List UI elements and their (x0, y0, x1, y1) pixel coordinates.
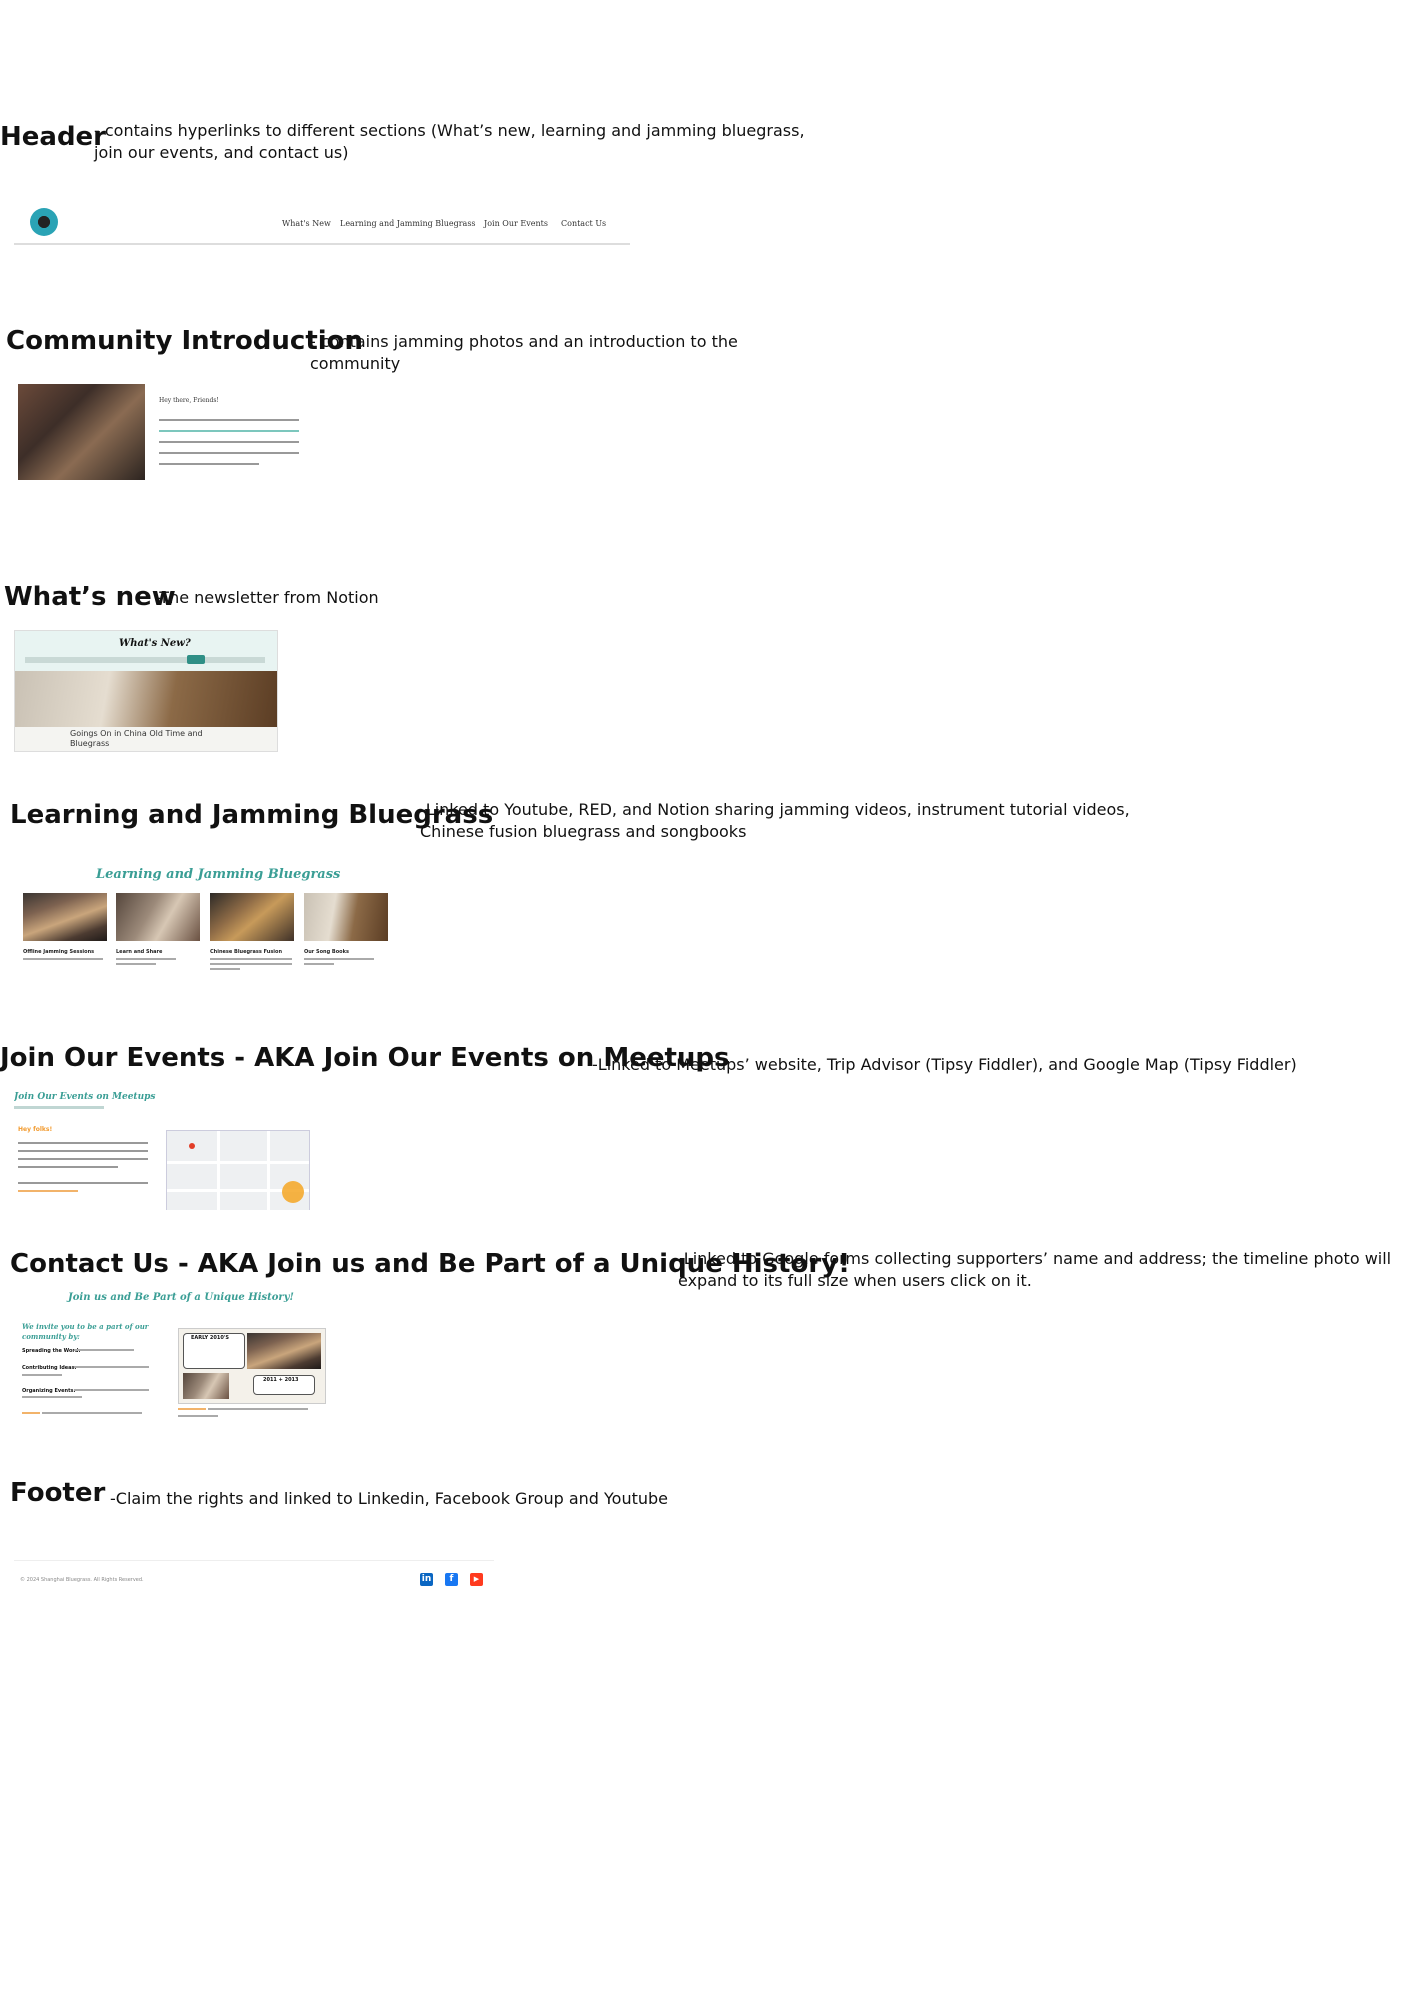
whats-new-section-title: What’s new (4, 582, 176, 612)
linkedin-icon[interactable]: in (420, 1573, 433, 1586)
nav-link-contact[interactable]: Contact Us (561, 219, 606, 228)
footer-thumbnail: © 2024 Shanghai Bluegrass. All Rights Re… (14, 1560, 494, 1591)
timeline-image[interactable]: EARLY 2010'S 2011 + 2013 (178, 1328, 326, 1404)
contact-section-desc: -Linked to Google forms collecting suppo… (678, 1249, 1392, 1290)
nav-link-events[interactable]: Join Our Events (484, 219, 548, 228)
card-title-learn[interactable]: Learn and Share (116, 949, 162, 955)
footer-section-title: Footer (10, 1478, 106, 1508)
youtube-icon[interactable]: ▶ (470, 1573, 483, 1586)
nav-link-whats-new[interactable]: What's New (282, 219, 331, 228)
contact-bullet-2: Contributing Ideas: (22, 1365, 77, 1371)
learning-section-desc: -Linked to Youtube, RED, and Notion shar… (420, 800, 1130, 841)
whats-new-thumb-heading: What's New? (119, 638, 191, 649)
footer-copyright: © 2024 Shanghai Bluegrass. All Rights Re… (20, 1577, 144, 1583)
footer-section-desc: -Claim the rights and linked to Linkedin… (110, 1489, 669, 1508)
banjo-photo (15, 671, 277, 727)
header-thumbnail: What's New Learning and Jamming Bluegras… (14, 205, 630, 245)
logo-icon (30, 208, 58, 236)
events-section-desc: -Linked to Meetups’ website, Trip Adviso… (592, 1055, 1297, 1074)
facebook-icon[interactable]: f (445, 1573, 458, 1586)
nav-link-learning[interactable]: Learning and Jamming Bluegrass (340, 219, 476, 228)
map-image[interactable] (166, 1130, 310, 1210)
whats-new-thumbnail: What's New? Goings On in China Old Time … (14, 630, 278, 752)
card-photo-fusion (210, 893, 294, 941)
header-section-desc: - contains hyperlinks to different secti… (94, 121, 805, 162)
jamming-photo (18, 384, 145, 480)
card-photo-jamming (23, 893, 107, 941)
card-title-fusion[interactable]: Chinese Bluegrass Fusion (210, 949, 282, 955)
header-section-title: Header (0, 122, 107, 152)
community-section-desc: - contains jamming photos and an introdu… (310, 332, 738, 373)
community-greeting: Hey there, Friends! (159, 397, 219, 404)
events-thumb-heading: Join Our Events on Meetups (14, 1092, 156, 1102)
events-thumbnail: Join Our Events on Meetups Hey folks! (14, 1090, 314, 1210)
timeline-label-2011: 2011 + 2013 (263, 1377, 299, 1383)
card-title-jamming[interactable]: Offline Jamming Sessions (23, 949, 94, 955)
whats-new-thumb-caption: Goings On in China Old Time and Bluegras… (70, 729, 203, 748)
events-thumb-sub: Hey folks! (18, 1126, 53, 1133)
learning-thumbnail: Learning and Jamming Bluegrass Offline J… (14, 865, 394, 983)
contact-thumbnail: Join us and Be Part of a Unique History!… (14, 1290, 334, 1430)
community-thumbnail: Hey there, Friends! (14, 377, 304, 487)
contact-bullet-3: Organizing Events: (22, 1388, 76, 1394)
contact-thumb-heading: Join us and Be Part of a Unique History! (68, 1292, 294, 1303)
card-title-songbooks[interactable]: Our Song Books (304, 949, 349, 955)
contact-thumb-sub: We invite you to be a part of our commun… (22, 1322, 149, 1341)
card-photo-songbooks (304, 893, 388, 941)
card-photo-learn (116, 893, 200, 941)
timeline-label-early: EARLY 2010'S (191, 1335, 229, 1341)
contact-bullet-1: Spreading the Word: (22, 1348, 81, 1354)
whats-new-section-desc: -The newsletter from Notion (155, 588, 379, 607)
learning-thumb-heading: Learning and Jamming Bluegrass (96, 867, 341, 882)
